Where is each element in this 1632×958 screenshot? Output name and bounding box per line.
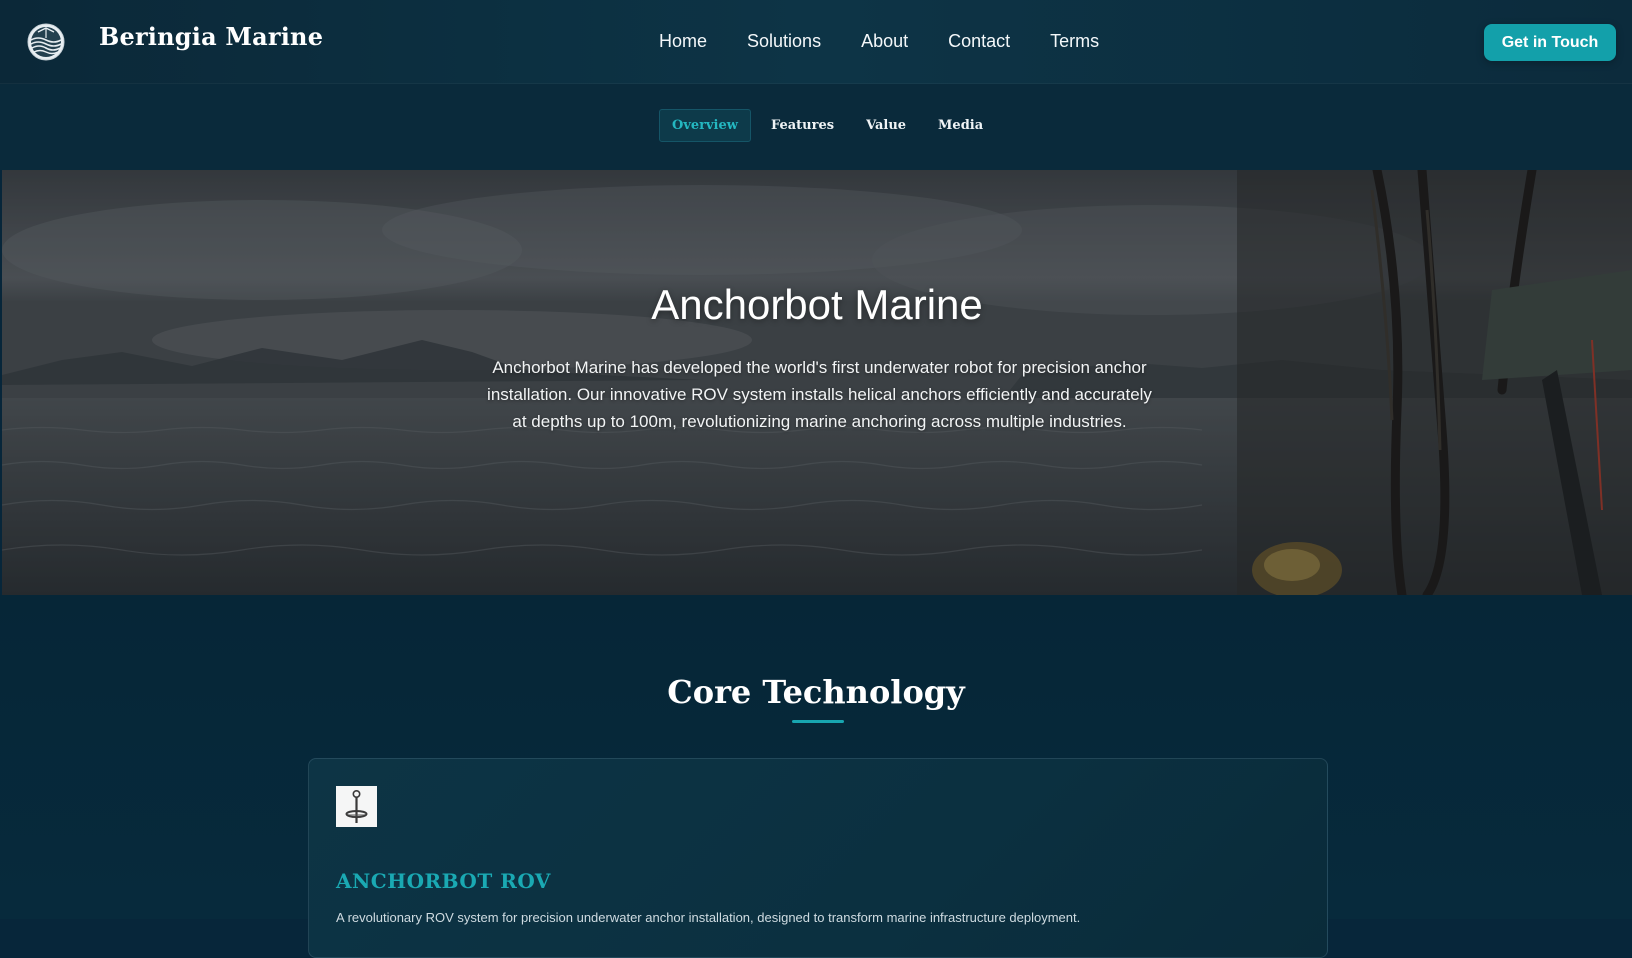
card-description: A revolutionary ROV system for precision… [336, 910, 1081, 925]
anchorbot-rov-card[interactable]: ANCHORBOT ROV A revolutionary ROV system… [308, 758, 1328, 958]
nav-item-solutions[interactable]: Solutions [747, 31, 821, 52]
tab-overview[interactable]: Overview [659, 109, 751, 142]
section-title: Core Technology [667, 673, 965, 711]
section-tabs-bar: Overview Features Value Media [0, 84, 1632, 170]
get-in-touch-button[interactable]: Get in Touch [1484, 24, 1616, 61]
core-technology-section: Core Technology ANCHORBOT ROV A revoluti… [0, 595, 1632, 958]
helical-anchor-icon [336, 786, 377, 827]
tab-media[interactable]: Media [926, 110, 995, 141]
tab-value[interactable]: Value [854, 110, 918, 141]
nav-item-terms[interactable]: Terms [1050, 31, 1099, 52]
brand-name[interactable]: Beringia Marine [99, 22, 323, 51]
top-navigation-bar: Beringia Marine Home Solutions About Con… [0, 0, 1632, 84]
hero-description: Anchorbot Marine has developed the world… [487, 358, 1152, 431]
main-navigation: Home Solutions About Contact Terms [659, 31, 1099, 52]
title-underline [792, 720, 844, 723]
card-title: ANCHORBOT ROV [336, 869, 551, 893]
nav-item-contact[interactable]: Contact [948, 31, 1010, 52]
hero-title: Anchorbot Marine [651, 281, 983, 328]
hero-banner: Anchorbot Marine Anchorbot Marine has de… [2, 170, 1632, 595]
globe-waves-icon[interactable] [26, 22, 66, 62]
nav-item-home[interactable]: Home [659, 31, 707, 52]
tab-features[interactable]: Features [759, 110, 846, 141]
nav-item-about[interactable]: About [861, 31, 908, 52]
